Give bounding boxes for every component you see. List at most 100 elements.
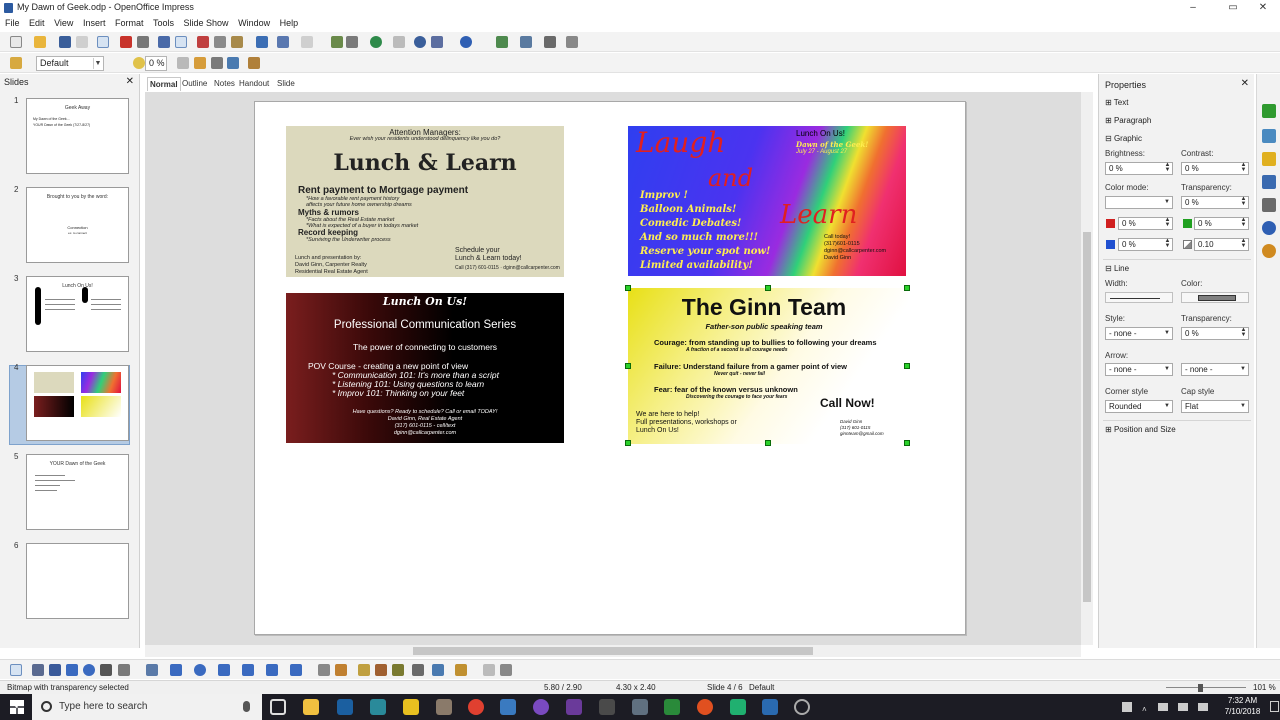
gamma-field[interactable]: 0.10 ▲ ▼ — [1194, 238, 1249, 251]
gallery-insert-icon[interactable] — [392, 664, 404, 676]
line-style-icon[interactable] — [10, 57, 22, 69]
navigator-icon[interactable] — [370, 36, 382, 48]
app-icon[interactable] — [632, 699, 648, 715]
section-line[interactable]: ⊟ Line — [1105, 264, 1129, 273]
rotate-icon[interactable] — [211, 57, 223, 69]
slide-transition-icon[interactable] — [1262, 175, 1276, 189]
microphone-icon[interactable] — [243, 701, 250, 712]
fullscreen-icon[interactable] — [566, 36, 578, 48]
flowchart-icon[interactable] — [242, 664, 254, 676]
arrow-tool-icon[interactable] — [49, 664, 61, 676]
close-slides-panel-icon[interactable]: ✕ — [126, 76, 134, 87]
network-icon[interactable] — [1178, 703, 1188, 711]
ginn-team-card[interactable]: The Ginn Team Father-son public speaking… — [628, 288, 908, 444]
resize-handle-nw[interactable] — [625, 285, 631, 291]
green-field[interactable]: 0 % ▲ ▼ — [1194, 217, 1249, 230]
volume-icon[interactable] — [1198, 703, 1208, 711]
slide-show-icon[interactable] — [544, 36, 556, 48]
zoom-level[interactable]: 101 % — [1253, 683, 1276, 692]
clock-date[interactable]: 7/10/2018 — [1220, 707, 1265, 716]
undo-icon[interactable] — [277, 36, 289, 48]
spinner-icon[interactable]: ▲ ▼ — [1240, 162, 1247, 173]
chevron-up-icon[interactable]: ˄ — [1142, 705, 1147, 714]
app-icon[interactable] — [730, 699, 746, 715]
brightness-field[interactable]: 0 % ▲ ▼ — [1105, 162, 1173, 175]
tab-handout[interactable]: Handout — [237, 77, 271, 91]
stars-icon[interactable] — [290, 664, 302, 676]
corner-style-select[interactable]: Rounded ▼ — [1105, 400, 1173, 413]
shadow-icon[interactable] — [194, 57, 206, 69]
navigator-icon[interactable] — [1262, 244, 1276, 258]
blue-field[interactable]: 0 % ▲ ▼ — [1118, 238, 1173, 251]
menu-edit[interactable]: Edit — [29, 16, 45, 30]
arrange-icon[interactable] — [248, 57, 260, 69]
resize-handle-s[interactable] — [765, 440, 771, 446]
app-icon[interactable] — [370, 699, 386, 715]
menu-slide-show[interactable]: Slide Show — [184, 16, 229, 30]
red-field[interactable]: 0 % ▲ ▼ — [1118, 217, 1173, 230]
text-tool-icon[interactable] — [100, 664, 112, 676]
horizontal-scrollbar[interactable] — [145, 645, 1081, 657]
curve-tool-icon[interactable] — [118, 664, 130, 676]
clock-time[interactable]: 7:32 AM — [1220, 696, 1265, 705]
laugh-learn-card[interactable]: Laugh and Learn Lunch On Us! Dawn of the… — [628, 126, 906, 276]
master-pages-icon[interactable] — [1262, 129, 1276, 143]
chrome-icon[interactable] — [468, 699, 484, 715]
help-icon[interactable] — [460, 36, 472, 48]
contrast-field[interactable]: 0 % ▲ ▼ — [1181, 162, 1249, 175]
spinner-icon[interactable]: ▲ ▼ — [1240, 238, 1247, 249]
cap-style-select[interactable]: Flat ▼ — [1181, 400, 1249, 413]
new-document-icon[interactable] — [10, 36, 22, 48]
bulb-icon[interactable] — [133, 57, 145, 69]
steam-icon[interactable] — [337, 699, 353, 715]
custom-animation-icon[interactable] — [1262, 152, 1276, 166]
communication-series-card[interactable]: Lunch On Us! Professional Communication … — [286, 293, 564, 443]
scroll-thumb[interactable] — [413, 647, 813, 655]
tab-normal[interactable]: Normal — [147, 77, 181, 91]
menu-help[interactable]: Help — [280, 16, 299, 30]
export-pdf-icon[interactable] — [120, 36, 132, 48]
battery-icon[interactable] — [1158, 703, 1168, 711]
points-icon[interactable] — [318, 664, 330, 676]
app-icon[interactable] — [403, 699, 419, 715]
style-combo[interactable]: Default ▼ — [36, 56, 104, 71]
close-window-button[interactable]: ✕ — [1246, 0, 1280, 16]
menu-insert[interactable]: Insert — [83, 16, 106, 30]
arrow-start-select[interactable]: - none - ▼ — [1105, 363, 1173, 376]
select-arrow-icon[interactable] — [10, 664, 22, 676]
chart-icon[interactable] — [331, 36, 343, 48]
line-width-button[interactable] — [1105, 292, 1173, 303]
color-mode-select[interactable]: ▼ — [1105, 196, 1173, 209]
rotation-field[interactable]: 0 % — [145, 56, 167, 71]
menu-view[interactable]: View — [54, 16, 73, 30]
resize-handle-w[interactable] — [625, 363, 631, 369]
clone-formatting-icon[interactable] — [256, 36, 268, 48]
arrange-tool-icon[interactable] — [455, 664, 467, 676]
resize-handle-sw[interactable] — [625, 440, 631, 446]
grid-icon[interactable] — [393, 36, 405, 48]
app-icon[interactable] — [436, 699, 452, 715]
zoom-slider-knob[interactable] — [1198, 684, 1203, 692]
spinner-icon[interactable]: ▲ ▼ — [1164, 238, 1171, 249]
spinner-icon[interactable]: ▲ ▼ — [1164, 217, 1171, 228]
callouts-icon[interactable] — [266, 664, 278, 676]
file-explorer-icon[interactable] — [303, 699, 319, 715]
menu-window[interactable]: Window — [238, 16, 270, 30]
tab-notes[interactable]: Notes — [212, 77, 237, 91]
slide-layout-icon[interactable] — [496, 36, 508, 48]
block-arrows-icon[interactable] — [218, 664, 230, 676]
line-tool-icon[interactable] — [32, 664, 44, 676]
rotate-tool-icon[interactable] — [412, 664, 424, 676]
align-icon[interactable] — [227, 57, 239, 69]
rectangle-tool-icon[interactable] — [66, 664, 78, 676]
vertical-scrollbar[interactable] — [1081, 92, 1093, 645]
alignment-icon[interactable] — [432, 664, 444, 676]
section-paragraph[interactable]: ⊞ Paragraph — [1105, 116, 1151, 125]
taskbar-search-box[interactable]: Type here to search — [32, 694, 262, 720]
line-transparency-field[interactable]: 0 % ▲ ▼ — [1181, 327, 1249, 340]
section-position-size[interactable]: ⊞ Position and Size — [1105, 425, 1176, 434]
app-icon[interactable] — [664, 699, 680, 715]
symbol-shapes-icon[interactable] — [194, 664, 206, 676]
scroll-thumb[interactable] — [1083, 232, 1091, 602]
basic-shapes-icon[interactable] — [170, 664, 182, 676]
